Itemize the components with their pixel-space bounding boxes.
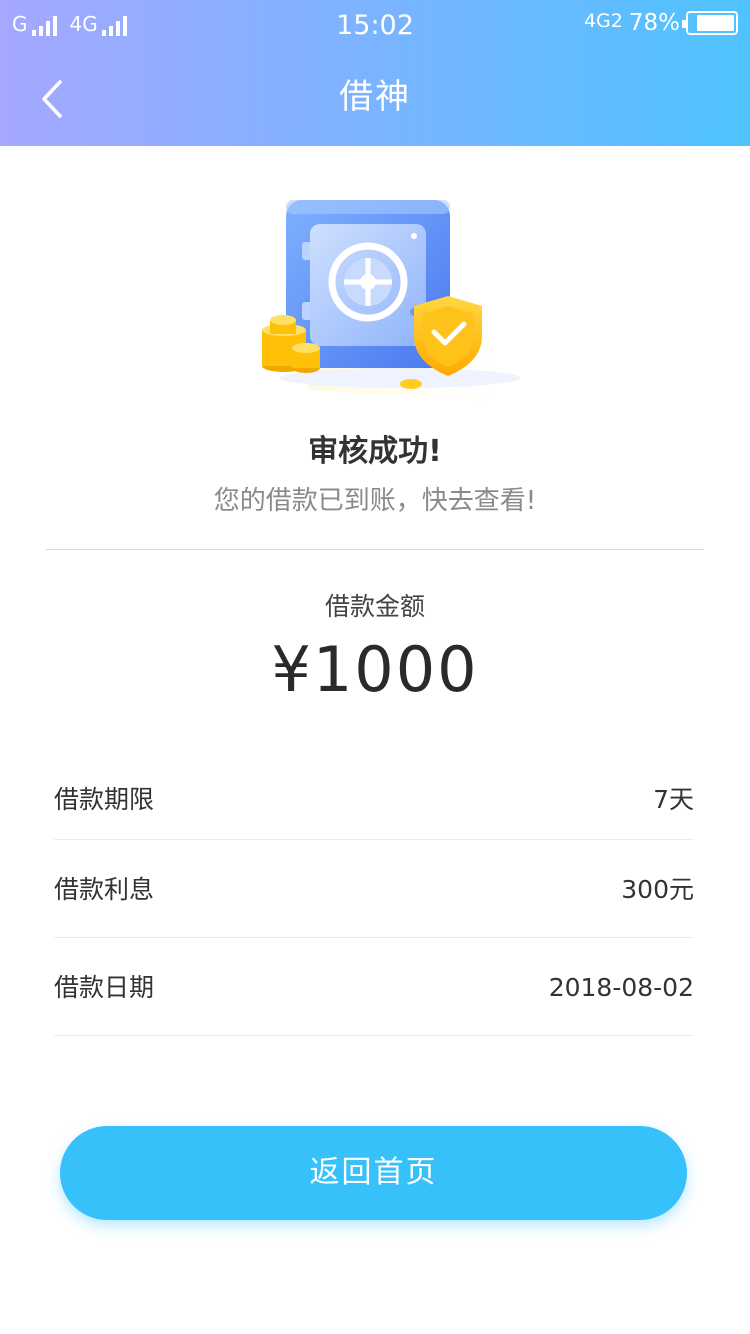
- detail-label: 借款利息: [54, 875, 155, 904]
- detail-row-interest: 借款利息 300元: [54, 840, 694, 938]
- return-home-button[interactable]: 返回首页: [60, 1126, 687, 1220]
- amount-value: ¥1000: [271, 633, 479, 706]
- page-title: 借神: [339, 77, 411, 117]
- app-header: G 4G 15:02 4G2 78% 借神: [0, 0, 750, 146]
- result-title: 审核成功!: [308, 434, 442, 469]
- result-subtitle: 您的借款已到账，快去查看!: [213, 486, 537, 516]
- nav-bar: 借神: [0, 52, 750, 146]
- detail-label: 借款期限: [54, 785, 155, 814]
- detail-row-term: 借款期限 7天: [54, 750, 694, 840]
- detail-label: 借款日期: [54, 973, 155, 1002]
- divider: [46, 549, 704, 550]
- detail-row-date: 借款日期 2018-08-02: [54, 938, 694, 1036]
- loan-details: 借款期限 7天 借款利息 300元 借款日期 2018-08-02: [54, 750, 694, 1036]
- safe-illustration: [250, 190, 550, 410]
- battery-icon: [682, 11, 738, 35]
- detail-value: 300元: [621, 875, 694, 904]
- status-right: 4G2 78%: [584, 10, 738, 36]
- battery-percent: 78%: [628, 10, 680, 36]
- detail-value: 7天: [653, 785, 694, 814]
- network-indicator: 4G2: [583, 10, 623, 32]
- amount-label: 借款金额: [324, 592, 425, 621]
- detail-value: 2018-08-02: [548, 973, 694, 1002]
- status-bar: G 4G 15:02 4G2 78%: [0, 0, 750, 52]
